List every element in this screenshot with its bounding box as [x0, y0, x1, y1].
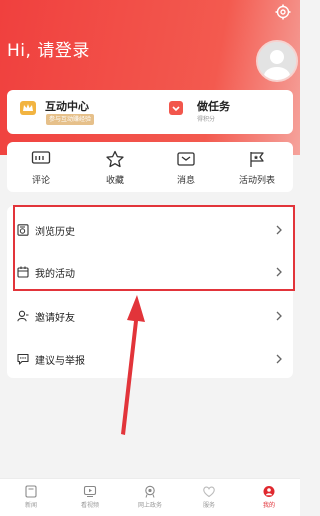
comment-icon: [31, 151, 51, 164]
menu-item-history[interactable]: 浏览历史: [7, 210, 293, 250]
quick-actions-card: 评论 收藏 消息 活动列表: [7, 142, 293, 192]
chevron-right-icon: [276, 225, 282, 235]
interaction-center-badge: 参与互动赚经验: [46, 114, 95, 125]
user-avatar-icon[interactable]: [256, 40, 298, 82]
flag-icon: [250, 152, 264, 167]
login-greeting[interactable]: Hi, 请登录: [7, 36, 90, 61]
chevron-right-icon: [276, 354, 282, 364]
gear-icon[interactable]: [275, 4, 291, 20]
news-icon: [25, 485, 37, 498]
chevron-right-icon: [276, 311, 282, 321]
interaction-center-title: 互动中心: [45, 100, 89, 113]
menu-item-invite-friends[interactable]: 邀请好友: [7, 296, 293, 336]
tab-video[interactable]: 看视频: [62, 485, 118, 515]
video-icon: [83, 485, 97, 497]
quick-action-label: 收藏: [105, 176, 124, 186]
tab-service[interactable]: 服务: [181, 485, 237, 515]
feedback-icon: [17, 353, 29, 365]
heart-service-icon: [203, 486, 215, 498]
tab-label: 服务: [202, 502, 215, 509]
history-icon: [17, 224, 29, 236]
quick-action-label: 评论: [31, 176, 50, 186]
quick-action-favorites[interactable]: 收藏: [85, 150, 145, 190]
profile-icon: [263, 486, 275, 497]
quick-action-comment[interactable]: 评论: [11, 150, 71, 190]
government-icon: [145, 485, 155, 498]
tasks-subtitle: 得积分: [197, 116, 216, 123]
quick-action-label: 活动列表: [238, 176, 275, 186]
menu-item-label: 邀请好友: [35, 313, 75, 324]
chevron-right-icon: [276, 267, 282, 277]
menu-item-label: 浏览历史: [35, 227, 75, 238]
bottom-tab-bar: 新闻 看视频 网上政务 服务 我的: [0, 478, 300, 516]
menu-item-my-activities[interactable]: 我的活动: [7, 252, 293, 292]
tab-label: 看视频: [80, 502, 99, 509]
tab-label: 我的: [262, 502, 275, 509]
message-icon: [177, 152, 195, 166]
calendar-icon: [17, 266, 29, 278]
menu-item-label: 我的活动: [35, 269, 75, 280]
invite-friend-icon: [17, 310, 29, 322]
tab-label: 新闻: [24, 502, 37, 509]
tasks-title: 做任务: [197, 100, 230, 113]
crown-icon: [20, 101, 36, 115]
tab-label: 网上政务: [137, 502, 162, 509]
quick-action-messages[interactable]: 消息: [156, 150, 216, 190]
quick-action-activity-list[interactable]: 活动列表: [227, 150, 287, 190]
menu-item-feedback[interactable]: 建议与举报: [7, 339, 293, 379]
tab-news[interactable]: 新闻: [3, 485, 59, 515]
quick-action-label: 消息: [176, 176, 195, 186]
star-icon: [106, 150, 124, 168]
tab-government[interactable]: 网上政务: [122, 485, 178, 515]
tab-mine[interactable]: 我的: [241, 485, 297, 515]
menu-item-label: 建议与举报: [35, 356, 85, 367]
promo-card: 互动中心 参与互动赚经验 做任务 得积分: [7, 90, 293, 134]
task-bag-icon: [169, 101, 183, 115]
menu-list: 浏览历史 我的活动 邀请好友 建议与举报: [7, 206, 293, 378]
